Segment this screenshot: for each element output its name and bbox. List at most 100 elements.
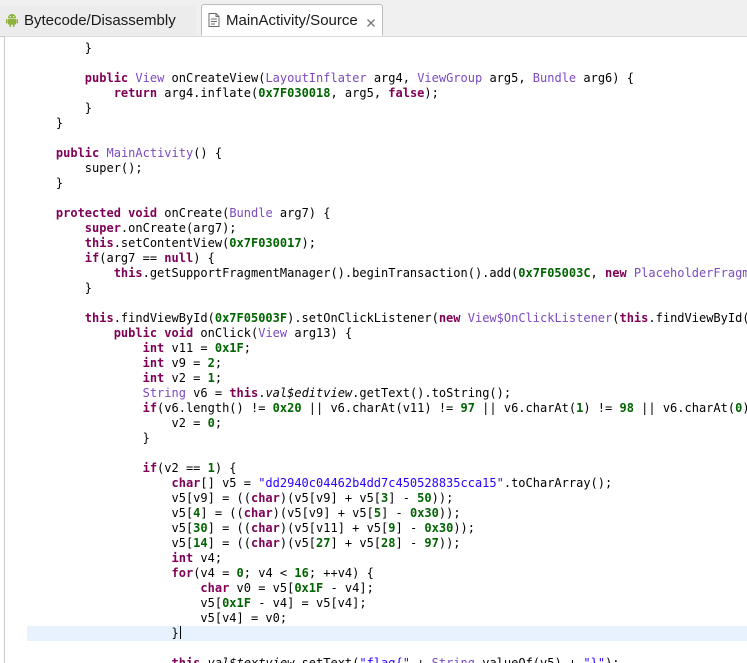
code-token: v2 = (27, 416, 208, 430)
code-token: for (171, 566, 194, 580)
code-line[interactable]: super(); (27, 161, 143, 176)
code-line[interactable]: public void onClick(View arg13) { (27, 326, 352, 341)
code-token: || v6.charAt(v11) != (301, 401, 461, 415)
code-line[interactable]: char[] v5 = "dd2940c04462b4dd7c450528835… (27, 476, 613, 491)
text-caret (179, 626, 181, 639)
code-line[interactable]: } (27, 41, 92, 56)
code-line[interactable]: } (27, 176, 63, 191)
code-token: ) + (742, 401, 747, 415)
code-token: )); (438, 506, 461, 520)
code-token: new (605, 266, 627, 280)
code-token: MainActivity (106, 146, 194, 160)
code-token: 0x7F030017 (229, 236, 302, 250)
code-token: } (27, 431, 150, 445)
code-line[interactable]: v5[14] = ((char)(v5[27] + v5[28] - 97)); (27, 536, 460, 551)
code-line[interactable]: v5[v4] = v0; (27, 611, 287, 626)
code-token: - v4]; (323, 581, 374, 595)
code-token: super(); (27, 161, 143, 175)
code-token: View$OnClickListener (467, 311, 613, 325)
code-line[interactable]: char v0 = v5[0x1F - v4]; (27, 581, 374, 596)
code-line[interactable]: String v6 = this.val$editview.getText().… (27, 386, 512, 401)
code-line[interactable]: if(v2 == 1) { (27, 461, 237, 476)
code-line[interactable]: super.onCreate(arg7); (27, 221, 237, 236)
source-file-icon (206, 12, 222, 28)
editor-tab-bar: Bytecode/Disassembly MainActivity/Source (0, 0, 747, 37)
source-code-editor[interactable]: } public View onCreateView(LayoutInflate… (4, 36, 747, 663)
code-token: 0x20 (272, 401, 302, 415)
code-line[interactable]: v2 = 0; (27, 416, 222, 431)
code-line[interactable]: int v11 = 0x1F; (27, 341, 251, 356)
code-line[interactable]: this.getSupportFragmentManager().beginTr… (27, 266, 747, 281)
code-line[interactable]: for(v4 = 0; v4 < 16; ++v4) { (27, 566, 374, 581)
code-token: 97 (460, 401, 475, 415)
code-token: .toCharArray(); (503, 476, 613, 490)
tab-bytecode-disassembly[interactable]: Bytecode/Disassembly (0, 5, 196, 35)
code-line[interactable]: } (27, 626, 747, 641)
code-line[interactable]: v5[4] = ((char)(v5[v9] + v5[5] - 0x30)); (27, 506, 461, 521)
code-token: v5[ (27, 596, 223, 610)
code-token: )(v5[ (279, 536, 317, 550)
code-line[interactable]: this.setContentView(0x7F030017); (27, 236, 316, 251)
code-token: } (27, 101, 93, 115)
code-token: int (142, 356, 165, 370)
code-token: ] = (( (207, 536, 251, 550)
code-token: 0x1F (222, 596, 251, 610)
code-token: char (250, 491, 280, 505)
code-token: 0x7F05003F (214, 311, 288, 325)
code-token: String (142, 386, 186, 400)
code-line[interactable]: } (27, 281, 92, 296)
code-line[interactable]: v5[30] = ((char)(v5[v11] + v5[9] - 0x30)… (27, 521, 475, 536)
code-line[interactable]: } (27, 101, 92, 116)
code-token: 0x7F030018 (258, 86, 331, 100)
code-token: ViewGroup (417, 71, 483, 85)
code-line[interactable]: int v2 = 1; (27, 371, 223, 386)
close-icon[interactable] (366, 15, 376, 27)
code-token: .findViewById( (648, 311, 747, 325)
code-line[interactable]: this.findViewById(0x7F05003F).setOnClick… (27, 311, 747, 326)
tab-mainactivity-source[interactable]: MainActivity/Source (201, 4, 383, 36)
code-line[interactable]: int v9 = 2; (27, 356, 223, 371)
code-token: char (250, 521, 280, 535)
code-line[interactable]: int v4; (27, 551, 223, 566)
code-token: 50 (417, 491, 432, 505)
code-token: char (171, 476, 201, 490)
code-token: char (200, 581, 230, 595)
code-line[interactable]: } (27, 431, 150, 446)
code-token: 16 (294, 566, 309, 580)
code-token: )(v5[v11] + v5[ (279, 521, 389, 535)
code-line[interactable]: return arg4.inflate(0x7F030018, arg5, fa… (27, 86, 439, 101)
code-line[interactable]: } (27, 116, 63, 131)
code-token: ] - (388, 491, 418, 505)
code-token: ] - (381, 506, 410, 520)
code-line[interactable]: public View onCreateView(LayoutInflater … (27, 71, 634, 86)
code-line[interactable]: public MainActivity() { (27, 146, 222, 161)
code-token: return (113, 86, 158, 100)
code-line[interactable]: v5[0x1F - v4] = v5[v4]; (27, 596, 366, 611)
code-line[interactable]: v5[v9] = ((char)(v5[v9] + v5[3] - 50)); (27, 491, 453, 506)
code-token: () { (193, 146, 223, 160)
code-token: "dd2940c04462b4dd7c450528835cca15" (258, 476, 504, 490)
code-token: if (84, 251, 100, 265)
code-line[interactable]: if(arg7 == null) { (27, 251, 215, 266)
code-token: (v6.length() != (157, 401, 273, 415)
code-line[interactable]: if(v6.length() != 0x20 || v6.charAt(v11)… (27, 401, 747, 416)
code-token: void (128, 206, 158, 220)
code-line[interactable]: protected void onCreate(Bundle arg7) { (27, 206, 331, 221)
code-token: (arg7 == (99, 251, 165, 265)
code-token: 2 (207, 356, 215, 370)
code-token: .getText().toString(); (352, 386, 512, 400)
code-token: this (84, 236, 114, 250)
code-token: 0x30 (424, 521, 454, 535)
code-token: this (619, 311, 649, 325)
